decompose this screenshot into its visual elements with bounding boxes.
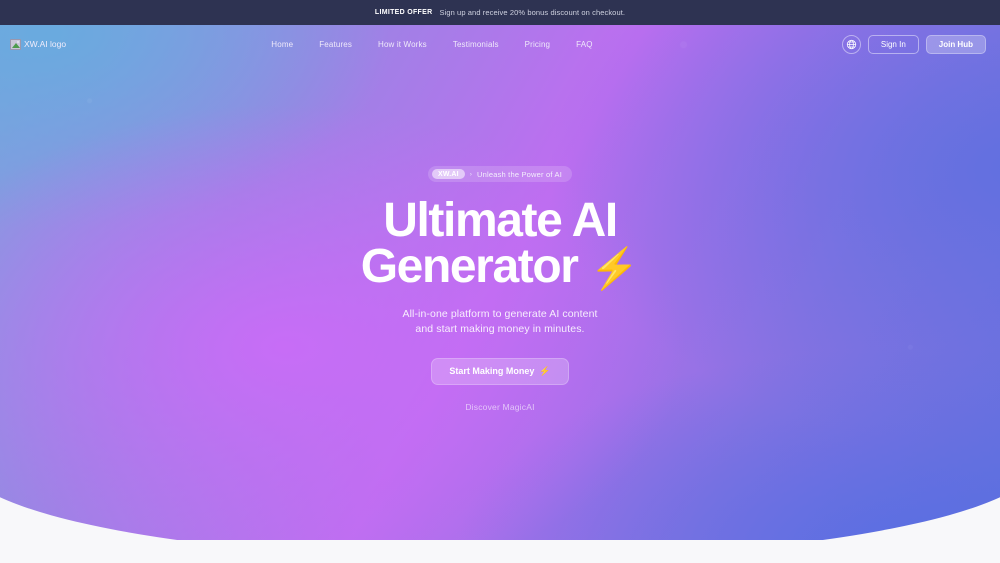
headline-line-2: Generator — [360, 240, 579, 294]
nav-link-home[interactable]: Home — [271, 40, 293, 49]
hero-subtitle: All-in-one platform to generate AI conte… — [402, 307, 597, 337]
join-hub-button[interactable]: Join Hub — [925, 34, 986, 54]
nav-link-how-it-works[interactable]: How it Works — [378, 40, 427, 49]
nav-actions: Sign In Join Hub — [841, 34, 986, 54]
site-logo[interactable]: XW.AI logo — [10, 38, 67, 50]
sign-in-button[interactable]: Sign In — [867, 34, 919, 54]
nav-link-faq[interactable]: FAQ — [576, 40, 592, 49]
announcement-bar[interactable]: LIMITED OFFER Sign up and receive 20% bo… — [0, 0, 1000, 25]
page-title: Ultimate AI Generator ⚡ — [360, 197, 640, 294]
globe-icon[interactable] — [841, 34, 861, 54]
headline-line-1: Ultimate AI — [383, 194, 618, 247]
cta-lightning-bolt-icon: ⚡ — [539, 365, 551, 376]
nav-link-testimonials[interactable]: Testimonials — [453, 40, 499, 49]
hero-eyebrow-badge[interactable]: XW.AI › Unleash the Power of AI — [427, 166, 573, 182]
hero-subtitle-line-2: and start making money in minutes. — [415, 323, 585, 336]
eyebrow-tagline: Unleash the Power of AI — [476, 169, 563, 179]
main-navbar: XW.AI logo Home Features How it Works Te… — [0, 25, 1000, 63]
site-logo-alt-text: XW.AI logo — [24, 39, 67, 49]
hero-subtitle-line-1: All-in-one platform to generate AI conte… — [402, 308, 598, 321]
announcement-text: Sign up and receive 20% bonus discount o… — [439, 8, 626, 17]
start-making-money-button[interactable]: Start Making Money ⚡ — [431, 357, 569, 385]
nav-links: Home Features How it Works Testimonials … — [271, 40, 592, 49]
landing-page: LIMITED OFFER Sign up and receive 20% bo… — [0, 0, 1000, 563]
lightning-bolt-icon: ⚡ — [589, 247, 640, 292]
nav-link-pricing[interactable]: Pricing — [525, 40, 551, 49]
discover-magicai-link[interactable]: Discover MagicAI — [465, 402, 534, 412]
chevron-right-icon: › — [469, 170, 472, 178]
hero-content: XW.AI › Unleash the Power of AI Ultimate… — [0, 63, 1000, 412]
announcement-label: LIMITED OFFER — [374, 9, 433, 16]
nav-link-features[interactable]: Features — [319, 40, 352, 49]
cta-label: Start Making Money — [449, 366, 535, 377]
eyebrow-brand-chip: XW.AI — [431, 169, 465, 179]
broken-image-icon — [10, 38, 21, 50]
